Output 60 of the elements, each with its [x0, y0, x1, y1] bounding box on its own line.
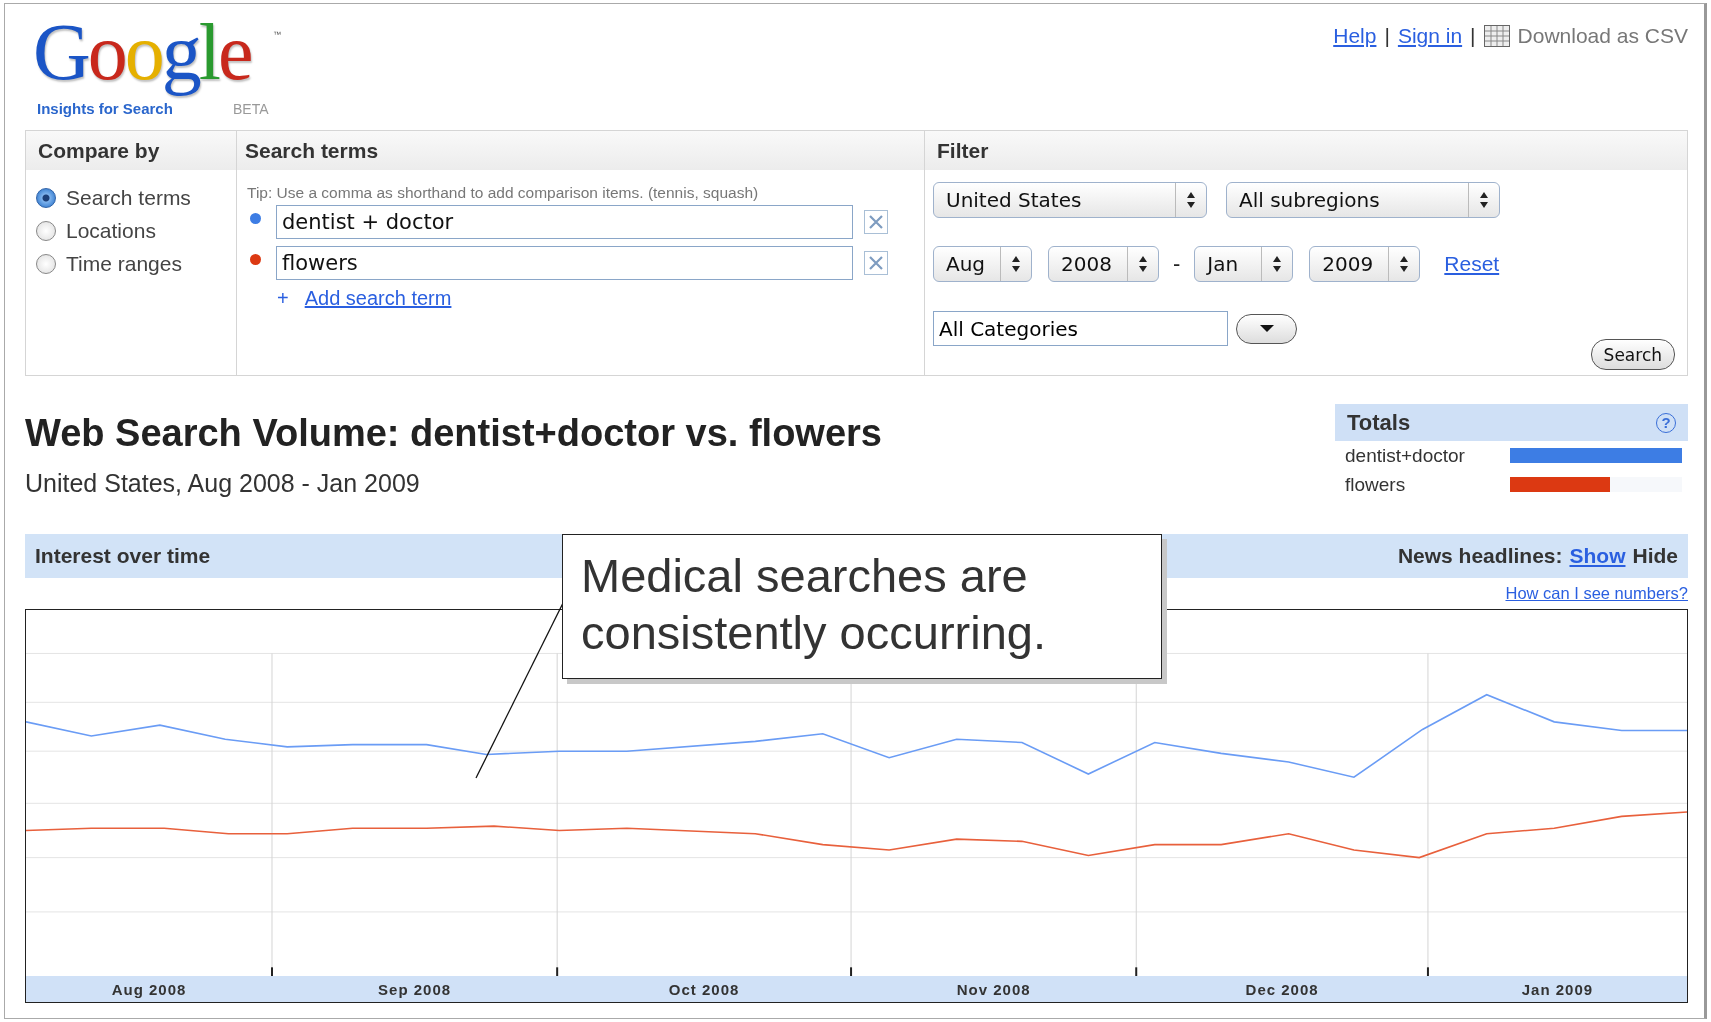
totals-title: Totals	[1347, 409, 1411, 436]
header-link[interactable]: Sign in	[1397, 24, 1463, 48]
page-title: Web Search Volume: dentist+doctor vs. flowers	[25, 412, 882, 455]
up-down-arrows-icon	[1399, 255, 1410, 273]
page-subtitle: United States, Aug 2008 - Jan 2009	[25, 469, 421, 498]
spreadsheet-icon[interactable]	[1483, 25, 1510, 47]
radio-label[interactable]: Time ranges	[66, 252, 182, 276]
totals-label: dentist+doctor	[1345, 444, 1466, 467]
radio-label[interactable]: Search terms	[66, 186, 191, 210]
reset-link[interactable]: Reset	[1444, 252, 1500, 276]
up-down-arrows-icon	[1138, 255, 1148, 273]
section-title: Interest over time	[35, 544, 211, 568]
separator: |	[1384, 24, 1390, 48]
year-select[interactable]: 2008	[1048, 246, 1159, 282]
up-down-arrows-icon	[1186, 191, 1196, 209]
axis-label: Oct 2008	[668, 980, 740, 998]
axis-label: Sep 2008	[378, 980, 452, 998]
logo-wordmark: Google	[33, 7, 251, 98]
totals-label: flowers	[1345, 473, 1407, 496]
radio-button[interactable]	[36, 221, 56, 241]
axis-label: Jan 2009	[1521, 980, 1594, 998]
download-csv-link[interactable]: Download as CSV	[1517, 24, 1688, 48]
up-down-arrows-icon	[1272, 255, 1283, 273]
column-heading: Filter	[925, 131, 1687, 170]
remove-icon[interactable]	[864, 210, 888, 234]
year-select[interactable]: 2009	[1309, 246, 1421, 282]
dropdown-button[interactable]	[1236, 313, 1297, 344]
beta-label: BETA	[233, 101, 269, 117]
search-term-field[interactable]: flowers	[276, 246, 853, 280]
hide-label[interactable]: Hide	[1632, 544, 1678, 568]
location-select[interactable]: United States	[933, 182, 1207, 218]
news-label: News headlines:	[1397, 544, 1563, 568]
radio-button[interactable]	[36, 254, 56, 274]
search-button[interactable]: Search	[1590, 339, 1675, 370]
category-field[interactable]: All Categories	[933, 311, 1228, 346]
separator: |	[1470, 24, 1476, 48]
tip-text: Tip: Use a comma as shorthand to add comparison items. (tennis, squash)	[247, 184, 760, 202]
add-search-term-link[interactable]: Add search term	[304, 287, 452, 310]
search-term-field[interactable]: dentist + doctor	[276, 205, 853, 239]
product-name: Insights for Search	[37, 100, 175, 117]
radio-label[interactable]: Locations	[66, 219, 156, 243]
radio-button[interactable]	[36, 188, 56, 208]
axis-label: Dec 2008	[1245, 980, 1319, 998]
axis-label: Nov 2008	[956, 980, 1031, 998]
remove-icon[interactable]	[864, 251, 888, 275]
month-select[interactable]: Jan	[1194, 246, 1294, 282]
subregion-select[interactable]: All subregions	[1226, 182, 1500, 218]
month-select[interactable]: Aug	[933, 246, 1032, 282]
axis-label: Aug 2008	[111, 980, 187, 998]
column-heading: Compare by	[26, 131, 236, 170]
caret-icon	[1258, 324, 1275, 333]
numbers-link[interactable]: How can I see numbers?	[1505, 584, 1688, 603]
header-link[interactable]: Help	[1333, 24, 1377, 48]
range-dash: -	[1173, 251, 1181, 277]
show-link[interactable]: Show	[1569, 544, 1626, 568]
trademark-mark: ™	[273, 30, 281, 39]
plus-sign: +	[277, 287, 289, 310]
up-down-arrows-icon	[1479, 191, 1489, 209]
column-heading: Search terms	[237, 131, 924, 170]
up-down-arrows-icon	[1011, 255, 1021, 273]
